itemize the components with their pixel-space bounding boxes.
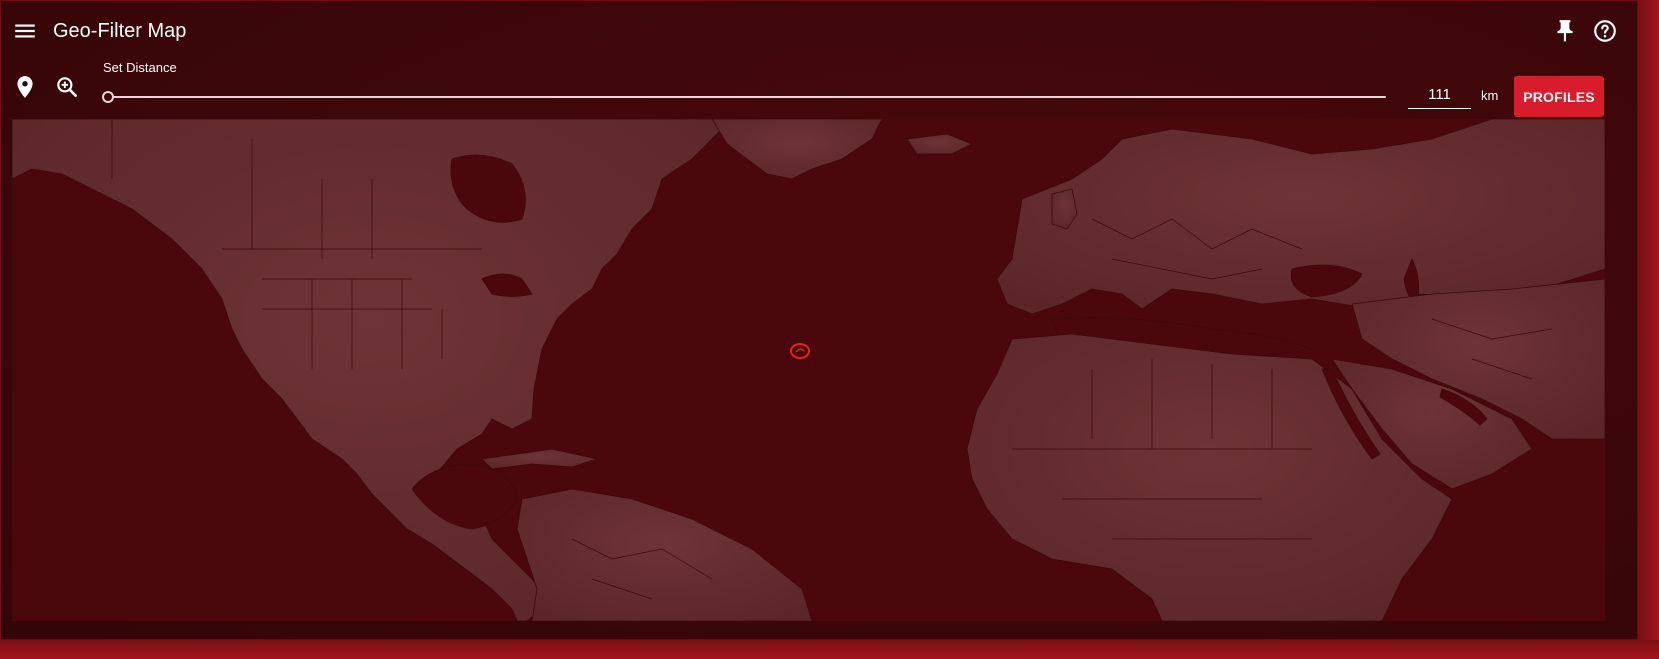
hamburger-menu-icon[interactable] <box>12 18 38 44</box>
window-edge-bottom <box>0 640 1659 659</box>
distance-label: Set Distance <box>103 60 177 75</box>
profiles-button[interactable]: PROFILES <box>1514 76 1604 117</box>
world-map[interactable] <box>12 119 1605 621</box>
map-canvas <box>12 119 1605 621</box>
land-masses <box>12 119 1605 621</box>
zoom-in-icon[interactable] <box>54 74 80 100</box>
help-circle-icon[interactable] <box>1592 18 1618 44</box>
app-header: Geo-Filter Map <box>0 0 1638 62</box>
distance-input[interactable] <box>1408 80 1471 109</box>
distance-slider[interactable] <box>102 91 1386 103</box>
pin-icon[interactable] <box>1552 18 1578 44</box>
slider-thumb[interactable] <box>102 91 114 103</box>
app-window: Geo-Filter Map Set Distance 111 km PROFI… <box>0 0 1638 640</box>
distance-toolbar: Set Distance km PROFILES <box>0 60 1638 117</box>
page-title: Geo-Filter Map <box>53 20 187 42</box>
location-circle-marker[interactable] <box>790 343 810 359</box>
window-edge-right <box>1638 0 1659 659</box>
map-marker-icon[interactable] <box>12 74 38 100</box>
distance-unit: km <box>1481 88 1499 103</box>
